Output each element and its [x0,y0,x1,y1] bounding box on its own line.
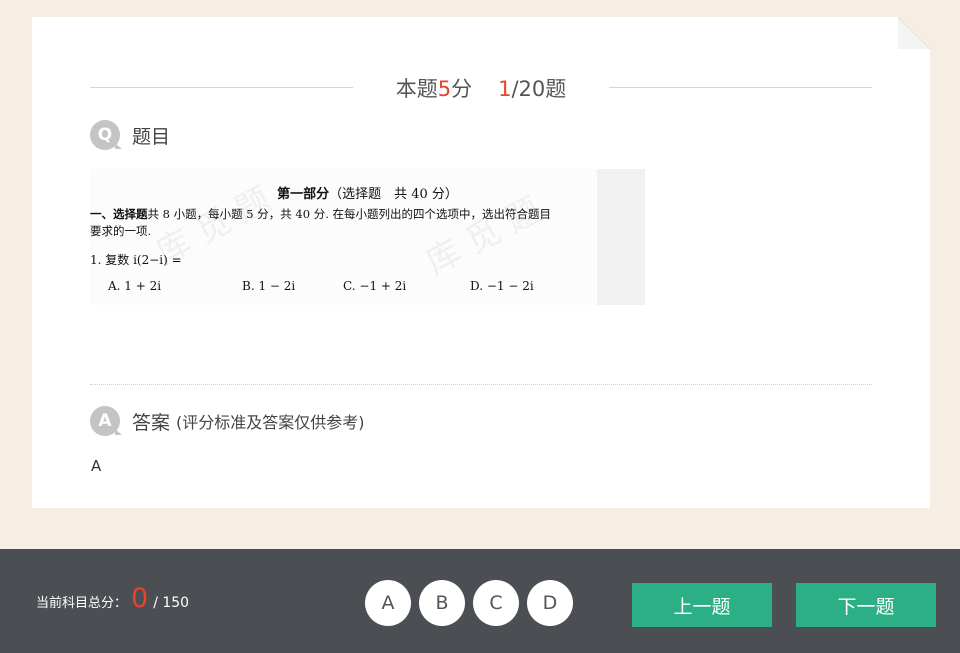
answer-value: A [91,457,102,475]
page-fold-corner [898,17,930,49]
score-current: 0 [131,583,149,614]
question-header: 本题5分 1/20题 [90,69,872,103]
choice-d-text: D. −1 − 2i [470,279,534,293]
part-title: 第一部分 [277,187,330,202]
option-b-button[interactable]: B [419,580,465,626]
instruction-line-2: 要求的一项. [90,224,152,238]
choice-b-text: B. 1 − 2i [242,279,296,293]
instruction-text-1: 共 8 小题，每小题 5 分，共 40 分. 在每小题列出的四个选项中，选出符合… [147,207,552,221]
current-index: 1 [498,77,512,101]
answer-badge-icon: A [90,406,122,436]
header-rule-right [609,87,872,88]
next-question-button[interactable]: 下一题 [796,583,936,627]
section-divider [90,384,872,385]
score-suffix: 分 [451,77,473,101]
question-image: 库 觅 题 库 觅 题 第一部分（选择题 共 40 分） 一、选择题共 8 小题… [90,169,645,305]
question-heading: 题目 [132,125,171,148]
option-d-button[interactable]: D [527,580,573,626]
answer-section-header: A 答案 (评分标准及答案仅供参考) [90,404,365,438]
option-c-button[interactable]: C [473,580,519,626]
instruction-line-1: 一、选择题共 8 小题，每小题 5 分，共 40 分. 在每小题列出的四个选项中… [90,206,551,222]
score-label: 当前科目总分： [36,596,128,611]
question-part-title: 第一部分（选择题 共 40 分） [90,183,645,202]
score-prefix: 本题 [395,77,438,101]
footer-bar: 当前科目总分： 0 / 150 A B C D 上一题 下一题 [0,549,960,653]
answer-subheading: (评分标准及答案仅供参考) [176,413,365,432]
choice-a-text: A. 1 + 2i [108,279,162,293]
score-total: / 150 [153,595,190,611]
question-meta: 本题5分 1/20题 [353,73,609,103]
header-rule-left [90,87,353,88]
total-count: /20题 [511,77,567,101]
question-badge-icon: Q [90,120,122,150]
question-stem: 1. 复数 i(2−i) = [90,253,182,267]
choice-c-text: C. −1 + 2i [343,279,407,293]
score-value: 5 [437,77,452,101]
prev-question-button[interactable]: 上一题 [632,583,772,627]
subject-score: 当前科目总分： 0 / 150 [36,585,189,612]
option-a-button[interactable]: A [365,580,411,626]
question-section-header: Q 题目 [90,118,170,152]
part-detail: （选择题 共 40 分） [329,187,458,202]
section-label: 一、选择题 [90,207,148,221]
answer-heading: 答案 [132,411,171,434]
question-card: 本题5分 1/20题 Q 题目 库 觅 题 库 觅 题 第一部分（选择题 共 40… [32,17,930,508]
